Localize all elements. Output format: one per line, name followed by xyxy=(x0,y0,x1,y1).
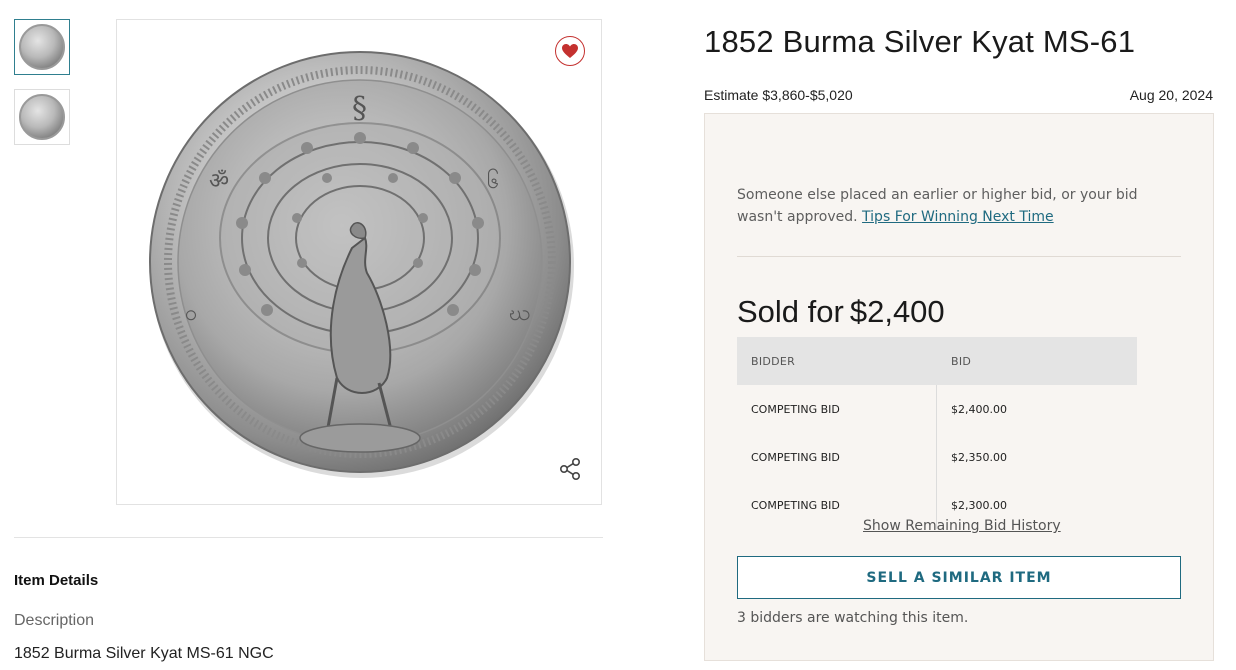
coin-obverse-thumbnail-image xyxy=(19,24,65,70)
item-details-heading: Item Details xyxy=(14,572,99,589)
thumbnail-obverse[interactable] xyxy=(14,19,70,75)
svg-text:ဃ: ဃ xyxy=(509,301,530,326)
bid-table-body: COMPETING BID $2,400.00 COMPETING BID $2… xyxy=(737,385,1137,529)
coin-reverse-thumbnail-image xyxy=(19,94,65,140)
bid-cell: $2,300.00 xyxy=(951,498,1007,512)
section-divider xyxy=(14,537,603,538)
show-remaining-bid-history-link[interactable]: Show Remaining Bid History xyxy=(863,518,1061,534)
description-label: Description xyxy=(14,612,95,629)
heart-icon xyxy=(562,44,578,58)
watchers-count: 3 bidders are watching this item. xyxy=(737,610,969,626)
bid-cell: $2,350.00 xyxy=(951,450,1007,464)
sold-label: Sold for xyxy=(737,294,844,329)
tips-link[interactable]: Tips For Winning Next Time xyxy=(862,209,1054,225)
sell-similar-item-button[interactable]: SELL A SIMILAR ITEM xyxy=(737,556,1181,599)
bid-notice: Someone else placed an earlier or higher… xyxy=(737,184,1187,228)
svg-text:၆: ၆ xyxy=(487,168,499,194)
main-image-viewer[interactable]: § ॐ ၆ ဝ ဃ xyxy=(116,19,602,505)
bidder-cell: COMPETING BID xyxy=(737,433,937,481)
bid-table-header: BIDDER BID xyxy=(737,337,1137,385)
sold-price: Sold for $2,400 xyxy=(737,294,945,330)
svg-text:ॐ: ॐ xyxy=(209,169,229,194)
favorite-button[interactable] xyxy=(555,36,585,66)
lot-estimate: Estimate $3,860-$5,020 xyxy=(704,87,853,103)
thumbnail-list xyxy=(14,19,70,159)
share-icon xyxy=(559,457,581,480)
bid-history-table: BIDDER BID COMPETING BID $2,400.00 COMPE… xyxy=(737,337,1137,529)
sold-amount: $2,400 xyxy=(849,294,945,329)
bid-panel: Someone else placed an earlier or higher… xyxy=(704,113,1214,661)
panel-divider xyxy=(737,256,1181,257)
header-bidder: BIDDER xyxy=(751,354,796,368)
svg-text:ဝ: ဝ xyxy=(185,301,197,326)
lot-date: Aug 20, 2024 xyxy=(1129,87,1213,103)
share-button[interactable] xyxy=(557,456,583,482)
header-bid: BID xyxy=(951,354,972,368)
coin-image: § ॐ ၆ ဝ ဃ xyxy=(149,51,574,478)
lot-title: 1852 Burma Silver Kyat MS-61 xyxy=(704,24,1136,59)
thumbnail-reverse[interactable] xyxy=(14,89,70,145)
svg-text:§: § xyxy=(352,91,367,126)
description-text: 1852 Burma Silver Kyat MS-61 NGC xyxy=(14,645,274,662)
bidder-cell: COMPETING BID xyxy=(737,385,937,433)
bid-cell: $2,400.00 xyxy=(951,402,1007,416)
table-row: COMPETING BID $2,400.00 xyxy=(737,385,1137,433)
table-row: COMPETING BID $2,350.00 xyxy=(737,433,1137,481)
